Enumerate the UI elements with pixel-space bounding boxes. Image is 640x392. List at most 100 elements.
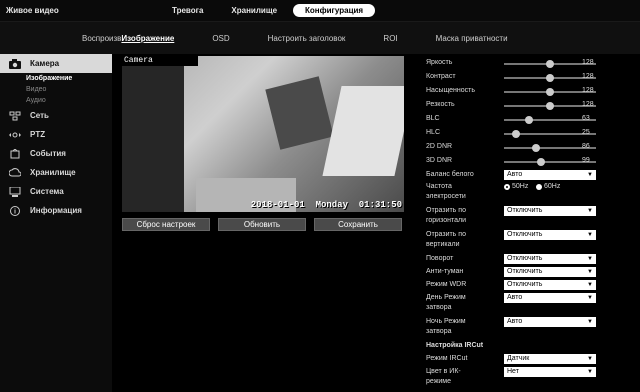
- sharpness-value: 128: [582, 101, 594, 108]
- day-shutter-label-2: затвора: [426, 304, 452, 311]
- tab-storage[interactable]: Хранилище: [219, 4, 289, 17]
- camera-icon: [8, 58, 22, 70]
- slider-thumb[interactable]: [546, 88, 555, 96]
- dnr3d-label: 3D DNR: [426, 157, 453, 164]
- ir-color-select[interactable]: Нет: [504, 367, 596, 377]
- wdr-select[interactable]: Отключить: [504, 280, 596, 290]
- tab-alarm[interactable]: Тревога: [160, 4, 215, 17]
- tab-title-settings[interactable]: Настроить заголовок: [268, 34, 346, 43]
- tab-roi[interactable]: ROI: [383, 34, 397, 43]
- night-shutter-row-2: затвора: [426, 327, 636, 339]
- saturation-label: Насыщенность: [426, 87, 476, 94]
- sidebar-item-storage[interactable]: Хранилище: [0, 163, 112, 182]
- dnr3d-value: 99: [582, 157, 590, 164]
- saturation-row: Насыщенность 128: [426, 86, 636, 98]
- sidebar-item-ptz[interactable]: PTZ: [0, 125, 112, 144]
- tab-playback[interactable]: Воспроизв: [82, 34, 121, 43]
- slider-thumb[interactable]: [536, 158, 545, 166]
- radio-50hz[interactable]: 50Hz: [504, 183, 528, 190]
- sidebar-sub-audio[interactable]: Аудио: [0, 95, 112, 106]
- flip-horizontal-label: Отразить по: [426, 207, 466, 214]
- rotate-row: Поворот Отключить: [426, 254, 636, 266]
- sidebar-item-events[interactable]: События: [0, 144, 112, 163]
- flip-horizontal-select[interactable]: Отключить: [504, 206, 596, 216]
- sidebar-item-label: PTZ: [30, 130, 46, 139]
- hlc-label: HLC: [426, 129, 441, 136]
- ircut-mode-label: Режим IRCut: [426, 355, 468, 362]
- network-icon: [8, 110, 22, 122]
- ir-color-row-2: режиме: [426, 377, 636, 389]
- tab-privacy-mask[interactable]: Маска приватности: [436, 34, 508, 43]
- tab-image[interactable]: Изображение: [121, 34, 174, 43]
- night-shutter-label: Ночь Режим: [426, 318, 466, 325]
- tab-live-video[interactable]: Живое видео: [6, 6, 59, 15]
- slider-thumb[interactable]: [532, 144, 541, 152]
- flip-vertical-label: Отразить по: [426, 231, 466, 238]
- sidebar-item-label: Камера: [30, 59, 60, 68]
- power-frequency-row-2: электросети: [426, 192, 636, 204]
- flip-vertical-select[interactable]: Отключить: [504, 230, 596, 240]
- ir-color-label-2: режиме: [426, 378, 452, 385]
- sidebar-sub-image[interactable]: Изображение: [0, 73, 112, 84]
- blc-label: BLC: [426, 115, 440, 122]
- wdr-row: Режим WDR Отключить: [426, 280, 636, 292]
- video-scene: [265, 76, 334, 150]
- video-scene: [122, 66, 184, 212]
- ircut-mode-select[interactable]: Датчик: [504, 354, 596, 364]
- reset-button[interactable]: Сброс настроек: [122, 218, 210, 231]
- dnr2d-label: 2D DNR: [426, 143, 453, 150]
- radio-50hz-label: 50Hz: [512, 183, 529, 190]
- events-icon: [8, 148, 22, 160]
- rotate-select[interactable]: Отключить: [504, 254, 596, 264]
- video-preview[interactable]: Camera 2018-01-01 Monday 01:31:50: [122, 56, 404, 212]
- sidebar-item-system[interactable]: Система: [0, 182, 112, 201]
- slider-thumb[interactable]: [512, 130, 521, 138]
- day-shutter-select[interactable]: Авто: [504, 293, 596, 303]
- video-scene: [322, 86, 404, 176]
- contrast-value: 128: [582, 73, 594, 80]
- flip-vertical-row-2: вертикали: [426, 240, 636, 252]
- antifog-label: Анти-туман: [426, 268, 464, 275]
- sidebar-item-network[interactable]: Сеть: [0, 106, 112, 125]
- ircut-section-title: Настройка IRCut: [426, 342, 484, 349]
- radio-60hz[interactable]: 60Hz: [536, 183, 560, 190]
- save-button[interactable]: Сохранить: [314, 218, 402, 231]
- radio-dot: [504, 183, 510, 190]
- dnr2d-value: 86: [582, 143, 590, 150]
- video-buttons: Сброс настроек Обновить Сохранить: [122, 218, 402, 231]
- tab-osd[interactable]: OSD: [212, 34, 229, 43]
- antifog-select[interactable]: Отключить: [504, 267, 596, 277]
- top-bar: Живое видео Тревога Хранилище Конфигурац…: [0, 0, 640, 22]
- slider-thumb[interactable]: [546, 102, 555, 110]
- day-shutter-label: День Режим: [426, 294, 466, 301]
- sidebar: Камера Изображение Видео Аудио Сеть PTZ …: [0, 54, 112, 392]
- flip-vertical-label-2: вертикали: [426, 241, 460, 248]
- top-nav: Тревога Хранилище Конфигурация: [160, 4, 376, 17]
- day-shutter-row-2: затвора: [426, 303, 636, 315]
- power-frequency-label-2: электросети: [426, 193, 466, 200]
- sidebar-item-camera[interactable]: Камера: [0, 54, 112, 73]
- tab-configuration[interactable]: Конфигурация: [293, 4, 376, 17]
- info-icon: [8, 205, 22, 217]
- sub-nav-bar: Воспроизв Изображение OSD Настроить заго…: [0, 22, 640, 54]
- wdr-label: Режим WDR: [426, 281, 467, 288]
- storage-icon: [8, 167, 22, 179]
- slider-thumb[interactable]: [546, 74, 555, 82]
- sidebar-sub-video[interactable]: Видео: [0, 84, 112, 95]
- flip-horizontal-row-2: горизонтали: [426, 216, 636, 228]
- blc-value: 63: [582, 115, 590, 122]
- hlc-row: HLC 25: [426, 128, 636, 140]
- night-shutter-select[interactable]: Авто: [504, 317, 596, 327]
- sidebar-item-info[interactable]: Информация: [0, 201, 112, 220]
- white-balance-select[interactable]: Авто: [504, 170, 596, 180]
- sidebar-item-label: Система: [30, 187, 64, 196]
- white-balance-label: Баланс белого: [426, 171, 474, 178]
- dnr2d-row: 2D DNR 86: [426, 142, 636, 154]
- dnr3d-row: 3D DNR 99: [426, 156, 636, 168]
- slider-thumb[interactable]: [524, 116, 533, 124]
- ir-color-label: Цвет в ИК-: [426, 368, 461, 375]
- sharpness-row: Резкость 128: [426, 100, 636, 112]
- slider-thumb[interactable]: [546, 60, 555, 68]
- sub-nav: Воспроизв Изображение OSD Настроить заго…: [82, 34, 546, 43]
- refresh-button[interactable]: Обновить: [218, 218, 306, 231]
